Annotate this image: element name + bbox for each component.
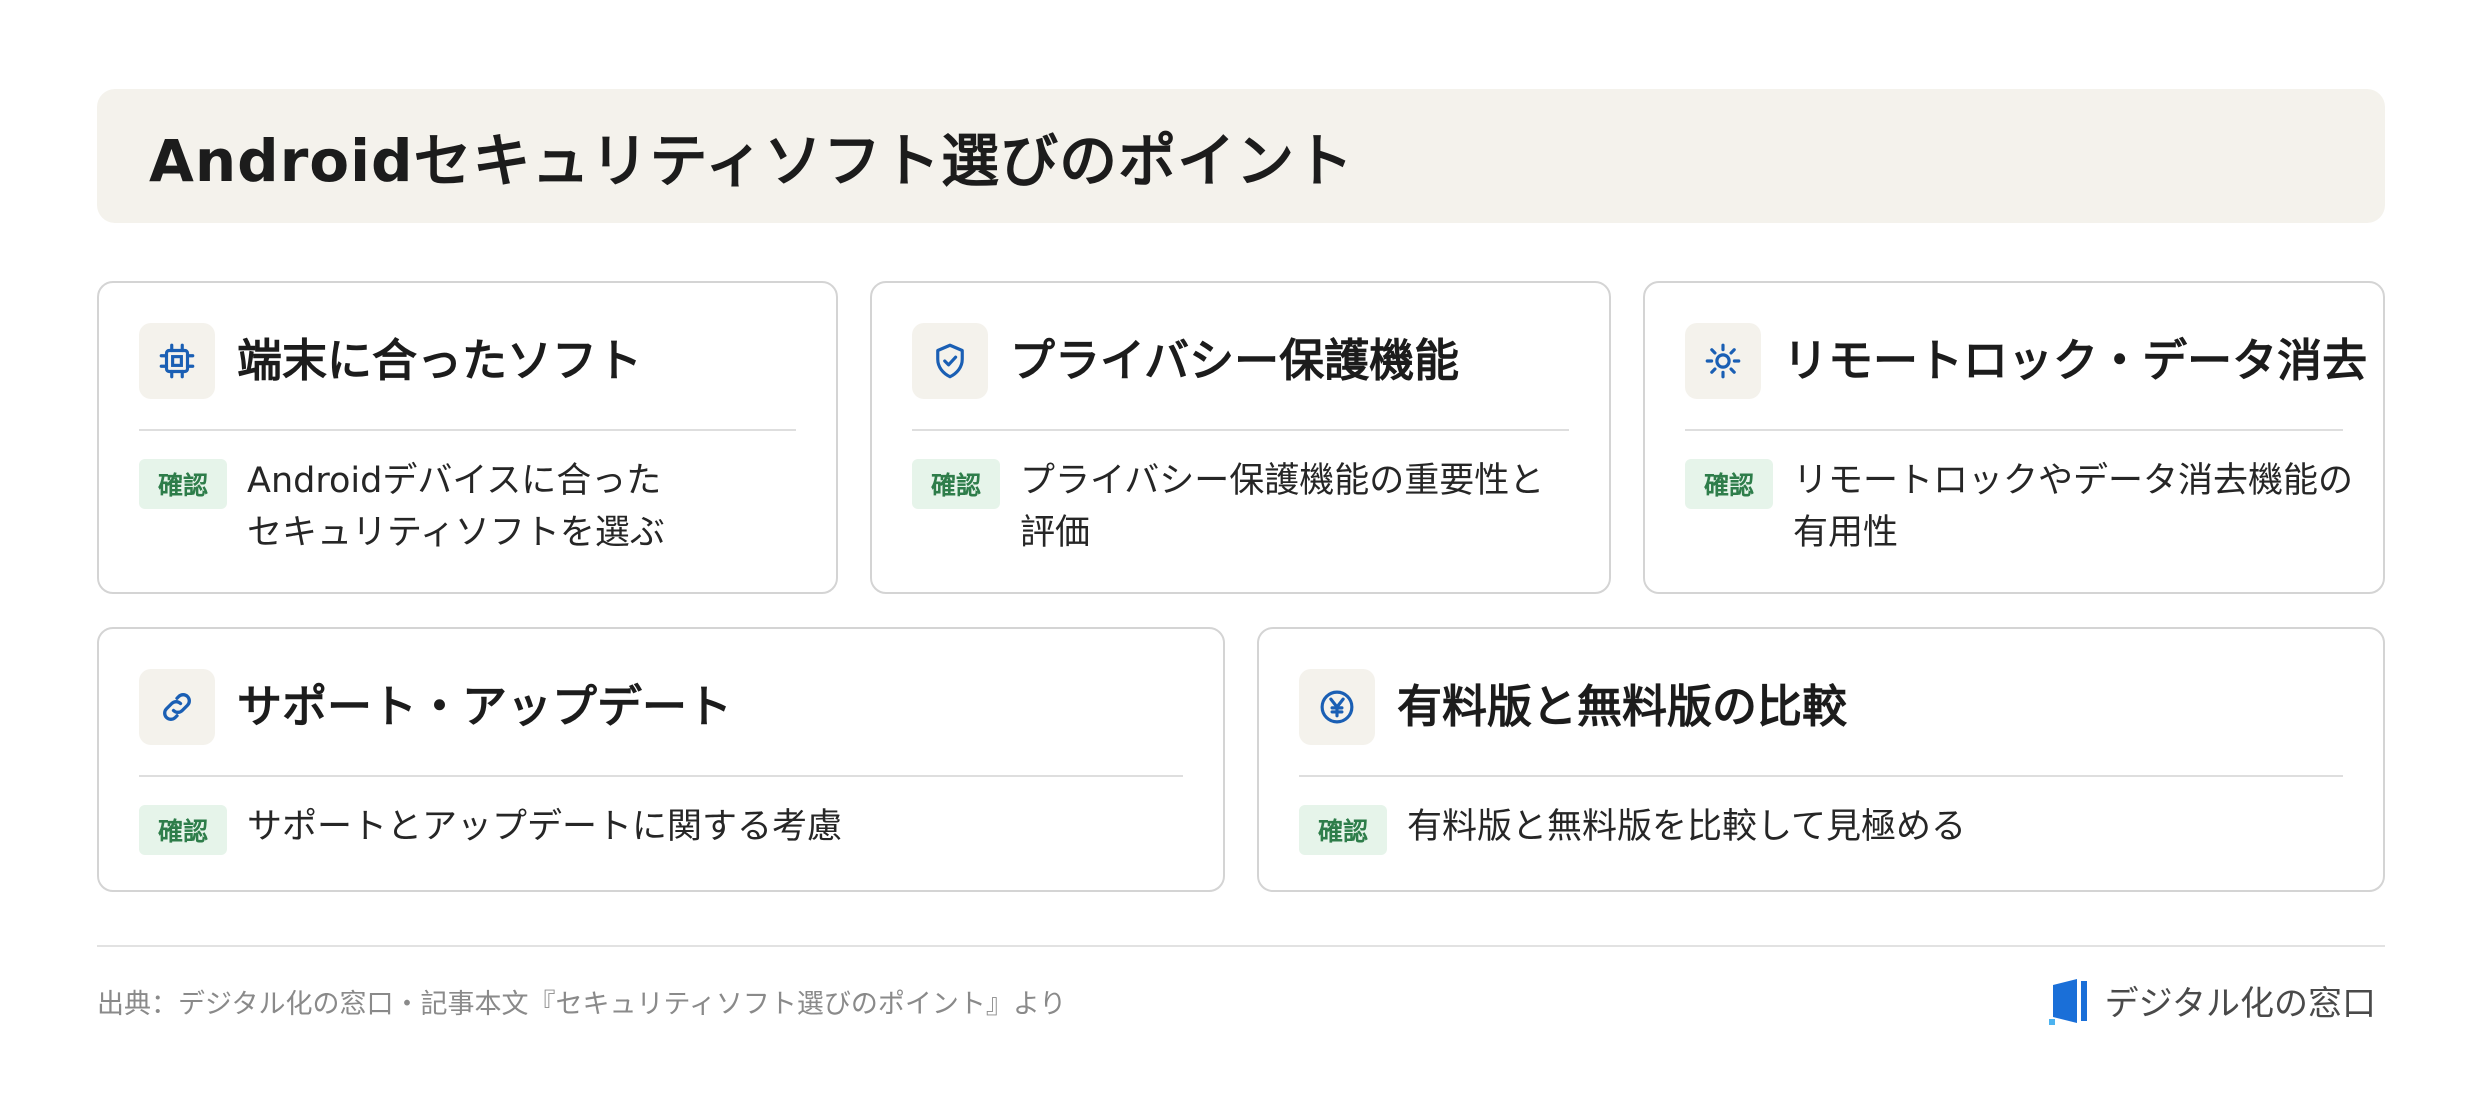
card-header: サポート・アップデート bbox=[139, 669, 1183, 777]
card-description: プライバシー保護機能の重要性と 評価 bbox=[1020, 455, 1544, 559]
card-description-line: 有料版と無料版を比較して見極める bbox=[1407, 807, 1966, 847]
card-header: 端末に合ったソフト bbox=[139, 323, 796, 431]
sun-icon bbox=[1685, 323, 1761, 399]
card-title: 有料版と無料版の比較 bbox=[1397, 680, 1848, 733]
card-body: 確認 有料版と無料版を比較して見極める bbox=[1299, 801, 2353, 855]
card-body: 確認 サポートとアップデートに関する考慮 bbox=[139, 801, 1193, 855]
chip-icon bbox=[139, 323, 215, 399]
page-title: Androidセキュリティソフト選びのポイント bbox=[149, 127, 1355, 195]
card-description-line: サポートとアップデートに関する考慮 bbox=[247, 807, 843, 847]
card-description: サポートとアップデートに関する考慮 bbox=[247, 801, 842, 853]
card-description: リモートロックやデータ消去機能の 有用性 bbox=[1793, 455, 2353, 559]
check-badge: 確認 bbox=[1685, 459, 1773, 509]
point-card-remote-lock: リモートロック・データ消去 確認 リモートロックやデータ消去機能の 有用性 bbox=[1643, 281, 2385, 594]
card-description-line: セキュリティソフトを選ぶ bbox=[247, 513, 665, 553]
card-description-line: リモートロックやデータ消去機能の bbox=[1793, 461, 2354, 501]
brand-logo: デジタル化の窓口 bbox=[2048, 976, 2376, 1025]
card-description-line: プライバシー保護機能の重要性と bbox=[1020, 461, 1545, 501]
card-body: 確認 Androidデバイスに合った セキュリティソフトを選ぶ bbox=[139, 455, 806, 559]
shield-check-icon bbox=[912, 323, 988, 399]
brand-name: デジタル化の窓口 bbox=[2104, 984, 2376, 1024]
window-logo-icon bbox=[2048, 978, 2087, 1025]
card-description-line: 有用性 bbox=[1793, 513, 1899, 553]
check-badge: 確認 bbox=[1299, 805, 1387, 855]
card-title: リモートロック・データ消去 bbox=[1783, 334, 2368, 387]
card-title: 端末に合ったソフト bbox=[237, 334, 643, 387]
card-title: プライバシー保護機能 bbox=[1010, 334, 1460, 387]
card-description: 有料版と無料版を比較して見極める bbox=[1407, 801, 1966, 853]
check-badge: 確認 bbox=[912, 459, 1000, 509]
check-badge: 確認 bbox=[139, 459, 227, 509]
footer-divider bbox=[97, 945, 2385, 947]
card-description-line: Androidデバイスに合った bbox=[247, 461, 662, 501]
card-body: 確認 リモートロックやデータ消去機能の 有用性 bbox=[1685, 455, 2353, 559]
card-description: Androidデバイスに合った セキュリティソフトを選ぶ bbox=[247, 455, 665, 559]
card-header: リモートロック・データ消去 bbox=[1685, 323, 2367, 431]
card-description-line: 評価 bbox=[1020, 513, 1091, 553]
card-body: 確認 プライバシー保護機能の重要性と 評価 bbox=[912, 455, 1579, 559]
card-header: 有料版と無料版の比較 bbox=[1299, 669, 2343, 777]
check-badge: 確認 bbox=[139, 805, 227, 855]
card-title: サポート・アップデート bbox=[237, 680, 733, 733]
source-citation: 出典：デジタル化の窓口・記事本文『セキュリティソフト選びのポイント』より bbox=[97, 989, 1067, 1020]
point-card-device: 端末に合ったソフト 確認 Androidデバイスに合った セキュリティソフトを選… bbox=[97, 281, 838, 594]
point-card-support: サポート・アップデート 確認 サポートとアップデートに関する考慮 bbox=[97, 627, 1225, 892]
point-card-privacy: プライバシー保護機能 確認 プライバシー保護機能の重要性と 評価 bbox=[870, 281, 1611, 594]
point-card-pricing: 有料版と無料版の比較 確認 有料版と無料版を比較して見極める bbox=[1257, 627, 2385, 892]
page-header: Androidセキュリティソフト選びのポイント bbox=[97, 89, 2385, 223]
link-icon bbox=[139, 669, 215, 745]
yen-circle-icon bbox=[1299, 669, 1375, 745]
card-header: プライバシー保護機能 bbox=[912, 323, 1569, 431]
